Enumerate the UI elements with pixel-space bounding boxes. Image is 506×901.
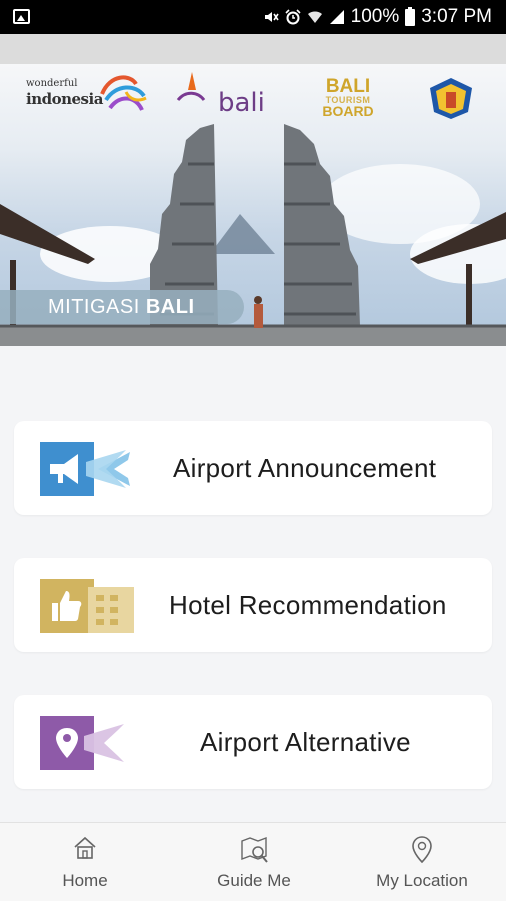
menu-item-label: Airport Announcement <box>173 453 437 483</box>
battery-percent: 100% <box>350 6 400 27</box>
nav-guide-me[interactable]: Guide Me <box>199 823 309 901</box>
menu-item-label: Airport Alternative <box>200 727 411 757</box>
image-icon <box>13 9 30 24</box>
status-bar: 100% 3:07 PM <box>0 0 506 34</box>
bali-province-emblem <box>430 78 472 119</box>
guide-map-search-icon <box>241 836 268 863</box>
menu-item-airport-announcement[interactable]: Airport Announcement <box>14 421 492 515</box>
nav-my-location-label: My Location <box>376 871 468 890</box>
menu-item-label: Hotel Recommendation <box>169 590 447 620</box>
wifi-icon <box>307 11 322 23</box>
menu-item-airport-alternative[interactable]: Airport Alternative <box>14 695 492 789</box>
bali-logo: bali <box>176 72 265 118</box>
nav-home-label: Home <box>62 871 108 890</box>
mute-icon <box>264 12 279 22</box>
alarm-icon <box>285 9 301 25</box>
toolbar-band <box>0 34 506 64</box>
nav-guide-me-label: Guide Me <box>217 871 291 890</box>
nav-home[interactable]: Home <box>30 823 140 901</box>
banner-title: MITIGASI BALI <box>0 290 244 324</box>
menu-item-hotel-recommendation[interactable]: Hotel Recommendation <box>14 558 492 652</box>
clock: 3:07 PM <box>421 6 492 27</box>
wonderful-indonesia-logo: wonderful indonesia <box>26 75 147 111</box>
bali-emblem <box>176 72 206 102</box>
signal-icon <box>329 10 344 24</box>
thumbs-up-building-icon <box>40 579 134 633</box>
bali-tourism-board-logo: BALI TOURISM BOARD <box>322 76 374 119</box>
location-pin-icon <box>412 836 432 864</box>
nav-my-location[interactable]: My Location <box>362 823 482 901</box>
battery-icon <box>405 6 416 26</box>
location-plane-icon <box>40 716 124 770</box>
home-icon <box>74 836 96 859</box>
bottom-navigation: Home Guide Me My Location <box>0 822 506 901</box>
megaphone-plane-icon <box>40 442 130 496</box>
wonderful-indonesia-emblem <box>100 75 147 111</box>
header-banner: wonderful indonesia bali BALI TOURISM BO… <box>0 64 506 346</box>
